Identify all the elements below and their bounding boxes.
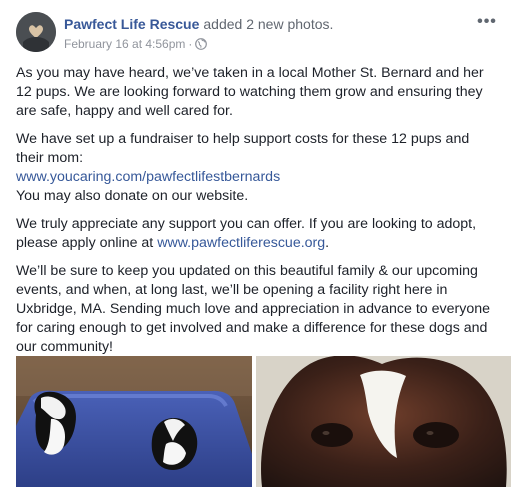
- photo-grid: [16, 356, 511, 487]
- post-action-text: added 2 new photos.: [203, 16, 334, 32]
- author-link[interactable]: Pawfect Life Rescue: [64, 16, 199, 32]
- post-header: Pawfect Life Rescue added 2 new photos. F…: [16, 12, 499, 56]
- donate-text: You may also donate on our website.: [16, 188, 249, 204]
- adopt-text-end: .: [325, 235, 330, 251]
- photo-puppies-in-bin[interactable]: [16, 356, 252, 487]
- paragraph-3: We truly appreciate any support you can …: [16, 215, 497, 253]
- meta-separator: ·: [188, 37, 193, 51]
- page-avatar[interactable]: [16, 12, 56, 52]
- website-link[interactable]: www.pawfectliferescue.org: [157, 235, 325, 251]
- post-meta: February 16 at 4:56pm ·: [64, 37, 208, 51]
- facebook-post: Pawfect Life Rescue added 2 new photos. F…: [0, 0, 511, 487]
- photo-puppy-closeup[interactable]: [256, 356, 511, 487]
- fundraiser-link[interactable]: www.youcaring.com/pawfectlifestbernards: [16, 169, 280, 185]
- author-line: Pawfect Life Rescue added 2 new photos.: [64, 16, 333, 32]
- paragraph-2: We have set up a fundraiser to help supp…: [16, 130, 497, 206]
- paragraph-1: As you may have heard, we’ve taken in a …: [16, 65, 484, 119]
- globe-icon[interactable]: [195, 38, 208, 50]
- paragraph-4: We’ll be sure to keep you updated on thi…: [16, 263, 490, 355]
- timestamp-link[interactable]: February 16 at 4:56pm: [64, 37, 185, 51]
- ellipsis-icon[interactable]: •••: [475, 12, 499, 32]
- post-body: As you may have heard, we’ve taken in a …: [16, 64, 497, 366]
- fundraiser-text: We have set up a fundraiser to help supp…: [16, 131, 470, 166]
